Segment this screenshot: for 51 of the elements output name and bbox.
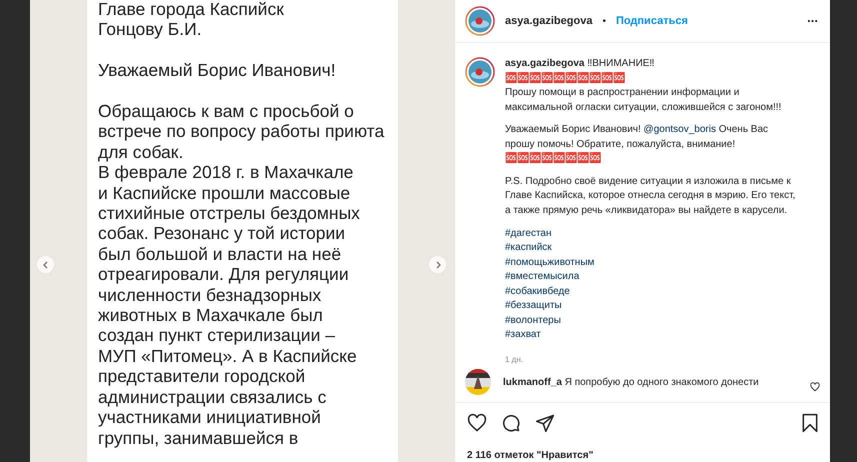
letter-line: создан пункт стерилизации – — [98, 325, 336, 346]
next-button[interactable] — [429, 256, 446, 273]
heart-icon[interactable] — [467, 412, 487, 432]
previous-button[interactable] — [37, 256, 54, 273]
heart-icon[interactable] — [810, 382, 820, 392]
letter-line: численности безнадзорных — [98, 284, 322, 306]
hashtag-link[interactable]: #помощьживотным — [505, 256, 594, 270]
letter-line: администрации связались с — [98, 386, 328, 408]
avatar[interactable] — [465, 369, 491, 395]
letter-line: МУП «Питомец». А в Каспийске — [98, 346, 358, 366]
post-time: 1 дн. — [505, 354, 524, 366]
more-button[interactable]: ... — [807, 8, 818, 28]
likes-count: 2 116 отметок "Нравится" — [467, 450, 594, 461]
chevron-left-icon — [42, 260, 50, 268]
chevron-right-icon — [434, 260, 442, 268]
caption-text: Прошу помощи в распространении информации и максимальной огласки ситуации, сложившейся с загоном!!! — [505, 86, 782, 114]
hashtag-link[interactable]: #волонтеры — [505, 314, 561, 328]
letter-line: для собак. — [98, 142, 184, 162]
comment-icon[interactable] — [501, 412, 521, 432]
letter-line: Уважаемый Борис Иванович! — [98, 60, 337, 81]
caption-text: 🆘🆘🆘🆘🆘🆘🆘🆘🆘🆘 — [505, 72, 626, 86]
letter-line: животных в Махачкале был — [98, 305, 324, 326]
hashtag-link[interactable]: #дагестан — [505, 226, 552, 242]
separator: • — [602, 14, 606, 28]
mention-link[interactable]: @gontsov_boris — [644, 124, 716, 136]
letter-line: Главе города Каспийск — [98, 0, 285, 20]
letter-line: стихийные отстрелы бездомных — [98, 203, 361, 224]
letter-line: В феврале 2018 г. в Махачкале — [98, 162, 354, 183]
letter-line: и Каспийске прошли массовые — [98, 182, 352, 204]
send-icon[interactable] — [535, 412, 555, 432]
letter-line: группы, занимавшейся в — [98, 428, 300, 448]
letter-line: Обращаюсь к вам с просьбой о — [98, 101, 355, 122]
caption-text: Уважаемый Борис Иванович! @gontsov_boris Очень Вас прошу помочь! Обратите, пожалуйста, внимание! — [505, 123, 770, 152]
hashtag-link[interactable]: #захват — [505, 328, 541, 343]
letter-line: отреагировали. Для регуляции — [98, 264, 350, 285]
hashtag-link[interactable]: #собакивбеде — [505, 284, 570, 300]
hashtag-link[interactable]: #вместемысила — [505, 270, 580, 285]
comment-text: lukmanoff_a Я попробую до одного знакомого донести — [503, 376, 759, 390]
username[interactable]: asya.gazibegova — [505, 12, 592, 30]
hashtag-link[interactable]: #каспийск — [505, 241, 552, 256]
caption-title: asya.gazibegova ‼ВНИМАНИЕ‼ — [505, 57, 656, 71]
letter-line: собак. Резонанс у той истории — [98, 223, 346, 244]
letter-line: был большой и власти на неё — [98, 244, 342, 264]
letter-line: представители городской — [98, 366, 306, 387]
hashtag-link[interactable]: #беззащиты — [505, 299, 562, 314]
caption-text: P.S. Подробно своё видение ситуации я изложила в письме к Главе Каспийска, которое отнесла сегодня в мэрию. Его текст, а также прямую речь «ликвидатора» вы найдете в карусели. — [505, 174, 796, 218]
letter-line: Гонцову Б.И. — [98, 19, 203, 40]
letter-line: встрече по вопросу работы приюта — [98, 121, 386, 142]
caption-text: 🆘🆘🆘🆘🆘🆘🆘🆘 — [505, 152, 602, 166]
bookmark-icon[interactable] — [800, 412, 820, 432]
letter-line: участниками инициативной — [98, 407, 322, 428]
